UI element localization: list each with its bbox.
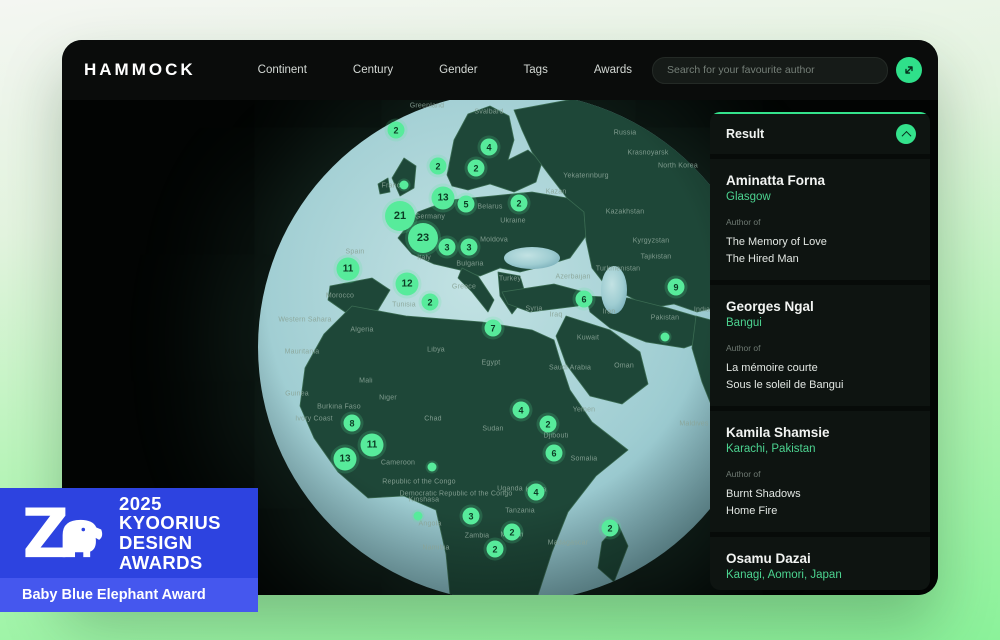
map-marker[interactable]: 2 — [511, 195, 528, 212]
author-card[interactable]: Georges Ngal Bangui Author of La mémoire… — [710, 285, 930, 406]
author-location: Glasgow — [726, 191, 914, 203]
map-marker[interactable]: 8 — [344, 415, 361, 432]
author-location: Karachi, Pakistan — [726, 443, 914, 455]
map-marker[interactable]: 3 — [463, 508, 480, 525]
map-marker[interactable]: 11 — [361, 434, 384, 457]
book-title: La mémoire courte — [726, 360, 914, 377]
award-line2: DESIGN — [119, 533, 221, 553]
author-location: Kanagi, Aomori, Japan — [726, 569, 914, 581]
author-name: Aminatta Forna — [726, 173, 914, 188]
author-name: Kamila Shamsie — [726, 425, 914, 440]
map-marker[interactable]: 2 — [422, 294, 439, 311]
map-marker[interactable]: 2 — [430, 158, 447, 175]
author-of-label: Author of — [726, 469, 914, 479]
author-location: Bangui — [726, 317, 914, 329]
map-marker[interactable]: 23 — [408, 223, 438, 253]
map-marker[interactable]: 21 — [385, 201, 415, 231]
book-title: Burnt Shadows — [726, 486, 914, 503]
chevron-up-icon — [901, 130, 911, 140]
map-marker[interactable]: 12 — [396, 273, 419, 296]
award-name: Baby Blue Elephant Award — [0, 578, 258, 612]
map-marker[interactable]: 2 — [487, 541, 504, 558]
nav-menu: Continent Century Gender Tags Awards — [258, 64, 632, 76]
award-year: 2025 — [119, 494, 221, 514]
author-card[interactable]: Aminatta Forna Glasgow Author of The Mem… — [710, 159, 930, 280]
page-background: HAMMOCK Continent Century Gender Tags Aw… — [0, 0, 1000, 640]
map-marker[interactable] — [428, 463, 437, 472]
collapse-results-button[interactable] — [896, 124, 916, 144]
search-input[interactable] — [665, 63, 875, 77]
award-line1: KYOORIUS — [119, 513, 221, 533]
map-marker[interactable]: 2 — [504, 524, 521, 541]
map-marker[interactable] — [661, 333, 670, 342]
nav-item-continent[interactable]: Continent — [258, 64, 307, 76]
map-marker[interactable]: 9 — [668, 279, 685, 296]
award-badge: 2025 KYOORIUS DESIGN AWARDS Baby Blue El… — [0, 488, 258, 612]
map-marker[interactable]: 6 — [576, 291, 593, 308]
top-nav: HAMMOCK Continent Century Gender Tags Aw… — [62, 40, 938, 100]
map-marker[interactable]: 2 — [540, 416, 557, 433]
map-marker[interactable]: 2 — [602, 520, 619, 537]
map-marker[interactable]: 6 — [546, 445, 563, 462]
map-marker[interactable]: 4 — [513, 402, 530, 419]
map-marker[interactable]: 5 — [458, 196, 475, 213]
nav-item-century[interactable]: Century — [353, 64, 393, 76]
author-card[interactable]: Kamila Shamsie Karachi, Pakistan Author … — [710, 411, 930, 532]
map-marker[interactable]: 4 — [528, 484, 545, 501]
map-marker[interactable]: 3 — [461, 239, 478, 256]
brand-logo: HAMMOCK — [84, 60, 196, 80]
book-title: Home Fire — [726, 503, 914, 520]
map-marker[interactable] — [400, 181, 409, 190]
map-marker[interactable]: 13 — [334, 448, 357, 471]
award-badge-text: 2025 KYOORIUS DESIGN AWARDS — [119, 494, 221, 572]
results-title: Result — [726, 127, 764, 141]
author-of-label: Author of — [726, 343, 914, 353]
nav-item-gender[interactable]: Gender — [439, 64, 477, 76]
author-card[interactable]: Osamu Dazai Kanagi, Aomori, Japan Author… — [710, 537, 930, 590]
elephant-z-logo-icon — [22, 502, 106, 564]
author-name: Osamu Dazai — [726, 551, 914, 566]
map-marker[interactable]: 3 — [439, 239, 456, 256]
map-marker[interactable] — [414, 512, 423, 521]
author-of-label: Author of — [726, 217, 914, 227]
nav-item-tags[interactable]: Tags — [524, 64, 548, 76]
map-marker[interactable]: 2 — [388, 122, 405, 139]
book-title: Sous le soleil de Bangui — [726, 377, 914, 394]
search-submit-button[interactable] — [896, 57, 922, 83]
book-title: The Hired Man — [726, 251, 914, 268]
map-marker[interactable]: 11 — [337, 258, 360, 281]
map-marker[interactable]: 2 — [468, 160, 485, 177]
book-title: The Memory of Love — [726, 234, 914, 251]
author-name: Georges Ngal — [726, 299, 914, 314]
nav-item-awards[interactable]: Awards — [594, 64, 632, 76]
diagonal-arrows-icon — [903, 64, 915, 76]
map-marker[interactable]: 13 — [432, 187, 455, 210]
results-header: Result — [710, 112, 930, 154]
award-badge-main: 2025 KYOORIUS DESIGN AWARDS — [0, 488, 258, 578]
award-line3: AWARDS — [119, 553, 221, 573]
map-marker[interactable]: 7 — [485, 320, 502, 337]
search-bar — [652, 57, 888, 84]
map-marker[interactable]: 4 — [481, 139, 498, 156]
results-panel: Result Aminatta Forna Glasgow Author of … — [710, 112, 930, 590]
